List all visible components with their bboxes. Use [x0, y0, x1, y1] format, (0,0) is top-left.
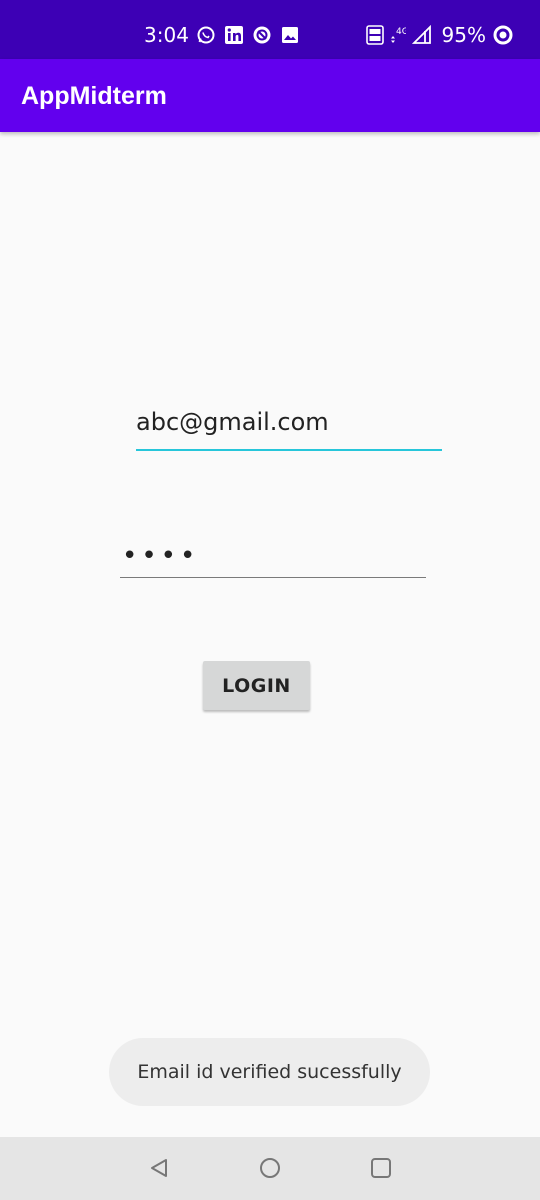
status-bar: 3:04 4G 95%: [0, 0, 540, 59]
whatsapp-icon: [196, 25, 216, 45]
email-field-container: [136, 405, 442, 451]
status-right-group: 4G 95%: [365, 22, 514, 48]
email-field[interactable]: [136, 405, 442, 451]
toast-message: Email id verified sucessfully: [109, 1038, 430, 1106]
battery-ring-icon: [492, 24, 514, 46]
app-bar: AppMidterm: [0, 59, 540, 132]
volte-icon: [365, 25, 384, 45]
gallery-icon: [280, 25, 300, 45]
navigation-bar: [0, 1137, 540, 1200]
4g-data-icon: 4G: [390, 24, 406, 46]
svg-text:4G: 4G: [396, 27, 406, 37]
notification-icon: [252, 25, 272, 45]
linkedin-icon: [224, 25, 244, 45]
status-notification-icons: [196, 25, 300, 45]
status-time: 3:04: [144, 23, 189, 47]
password-field-container: [120, 540, 426, 578]
app-title: AppMidterm: [21, 82, 167, 110]
battery-percentage: 95%: [441, 23, 486, 47]
signal-icon: [411, 25, 432, 45]
home-icon[interactable]: [258, 1156, 282, 1180]
password-field[interactable]: [120, 540, 426, 578]
recents-icon[interactable]: [369, 1156, 393, 1180]
login-button[interactable]: LOGIN: [203, 661, 310, 710]
back-icon[interactable]: [147, 1156, 171, 1180]
